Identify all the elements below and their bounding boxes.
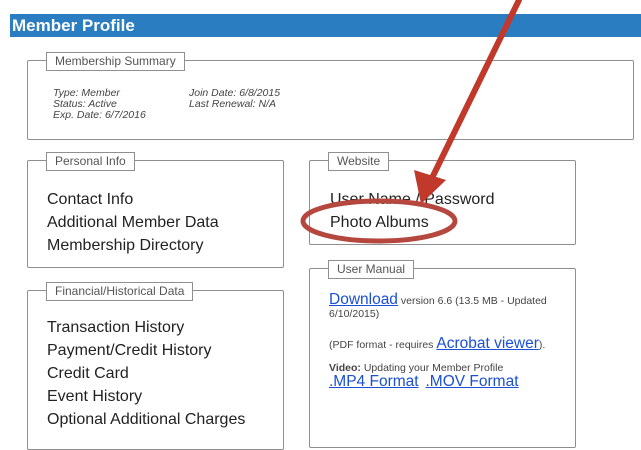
membership-exp-date: Exp. Date: 6/7/2016: [53, 109, 146, 121]
acrobat-viewer-link[interactable]: Acrobat viewer: [436, 335, 539, 352]
personal-info-links: Contact Info Additional Member Data Memb…: [47, 188, 219, 257]
membership-summary-legend: Membership Summary: [46, 52, 185, 71]
pdf-prefix: (PDF format - requires: [329, 339, 434, 351]
mov-format-link[interactable]: .MOV Format: [426, 373, 519, 390]
membership-right-col: Join Date: 6/8/2015 Last Renewal: N/A: [189, 88, 280, 110]
mp4-format-link[interactable]: .MP4 Format: [329, 373, 419, 390]
pdf-line: (PDF format - requires Acrobat viewer).: [329, 335, 567, 352]
membership-directory-link[interactable]: Membership Directory: [47, 234, 219, 257]
pdf-suffix: ).: [538, 339, 546, 351]
additional-member-data-link[interactable]: Additional Member Data: [47, 211, 219, 234]
membership-summary-panel: Membership Summary Type: Member Status: …: [27, 52, 634, 140]
user-manual-legend: User Manual: [328, 260, 415, 279]
video-format-links: .MP4 Format .MOV Format: [329, 373, 567, 390]
optional-additional-charges-link[interactable]: Optional Additional Charges: [47, 408, 245, 431]
transaction-history-link[interactable]: Transaction History: [47, 316, 245, 339]
user-name-password-link[interactable]: User Name / Password: [330, 188, 495, 211]
personal-info-panel: Personal Info Contact Info Additional Me…: [27, 152, 284, 268]
photo-albums-link[interactable]: Photo Albums: [330, 211, 495, 234]
website-panel: Website User Name / Password Photo Album…: [309, 152, 576, 245]
website-legend: Website: [328, 152, 390, 171]
credit-card-link[interactable]: Credit Card: [47, 362, 245, 385]
download-link[interactable]: Download: [329, 291, 398, 308]
personal-info-legend: Personal Info: [46, 152, 135, 171]
financial-historical-panel: Financial/Historical Data Transaction Hi…: [27, 282, 284, 450]
financial-links: Transaction History Payment/Credit Histo…: [47, 316, 245, 431]
membership-left-col: Type: Member Status: Active Exp. Date: 6…: [53, 88, 146, 121]
user-manual-content: Download version 6.6 (13.5 MB - Updated …: [329, 291, 567, 390]
membership-last-renewal: Last Renewal: N/A: [189, 98, 276, 110]
payment-credit-history-link[interactable]: Payment/Credit History: [47, 339, 245, 362]
website-links: User Name / Password Photo Albums: [330, 188, 495, 234]
user-manual-panel: User Manual Download version 6.6 (13.5 M…: [309, 260, 576, 448]
page-title: Member Profile: [10, 14, 641, 37]
download-line: Download version 6.6 (13.5 MB - Updated …: [329, 291, 567, 321]
financial-historical-legend: Financial/Historical Data: [46, 282, 194, 301]
event-history-link[interactable]: Event History: [47, 385, 245, 408]
contact-info-link[interactable]: Contact Info: [47, 188, 219, 211]
